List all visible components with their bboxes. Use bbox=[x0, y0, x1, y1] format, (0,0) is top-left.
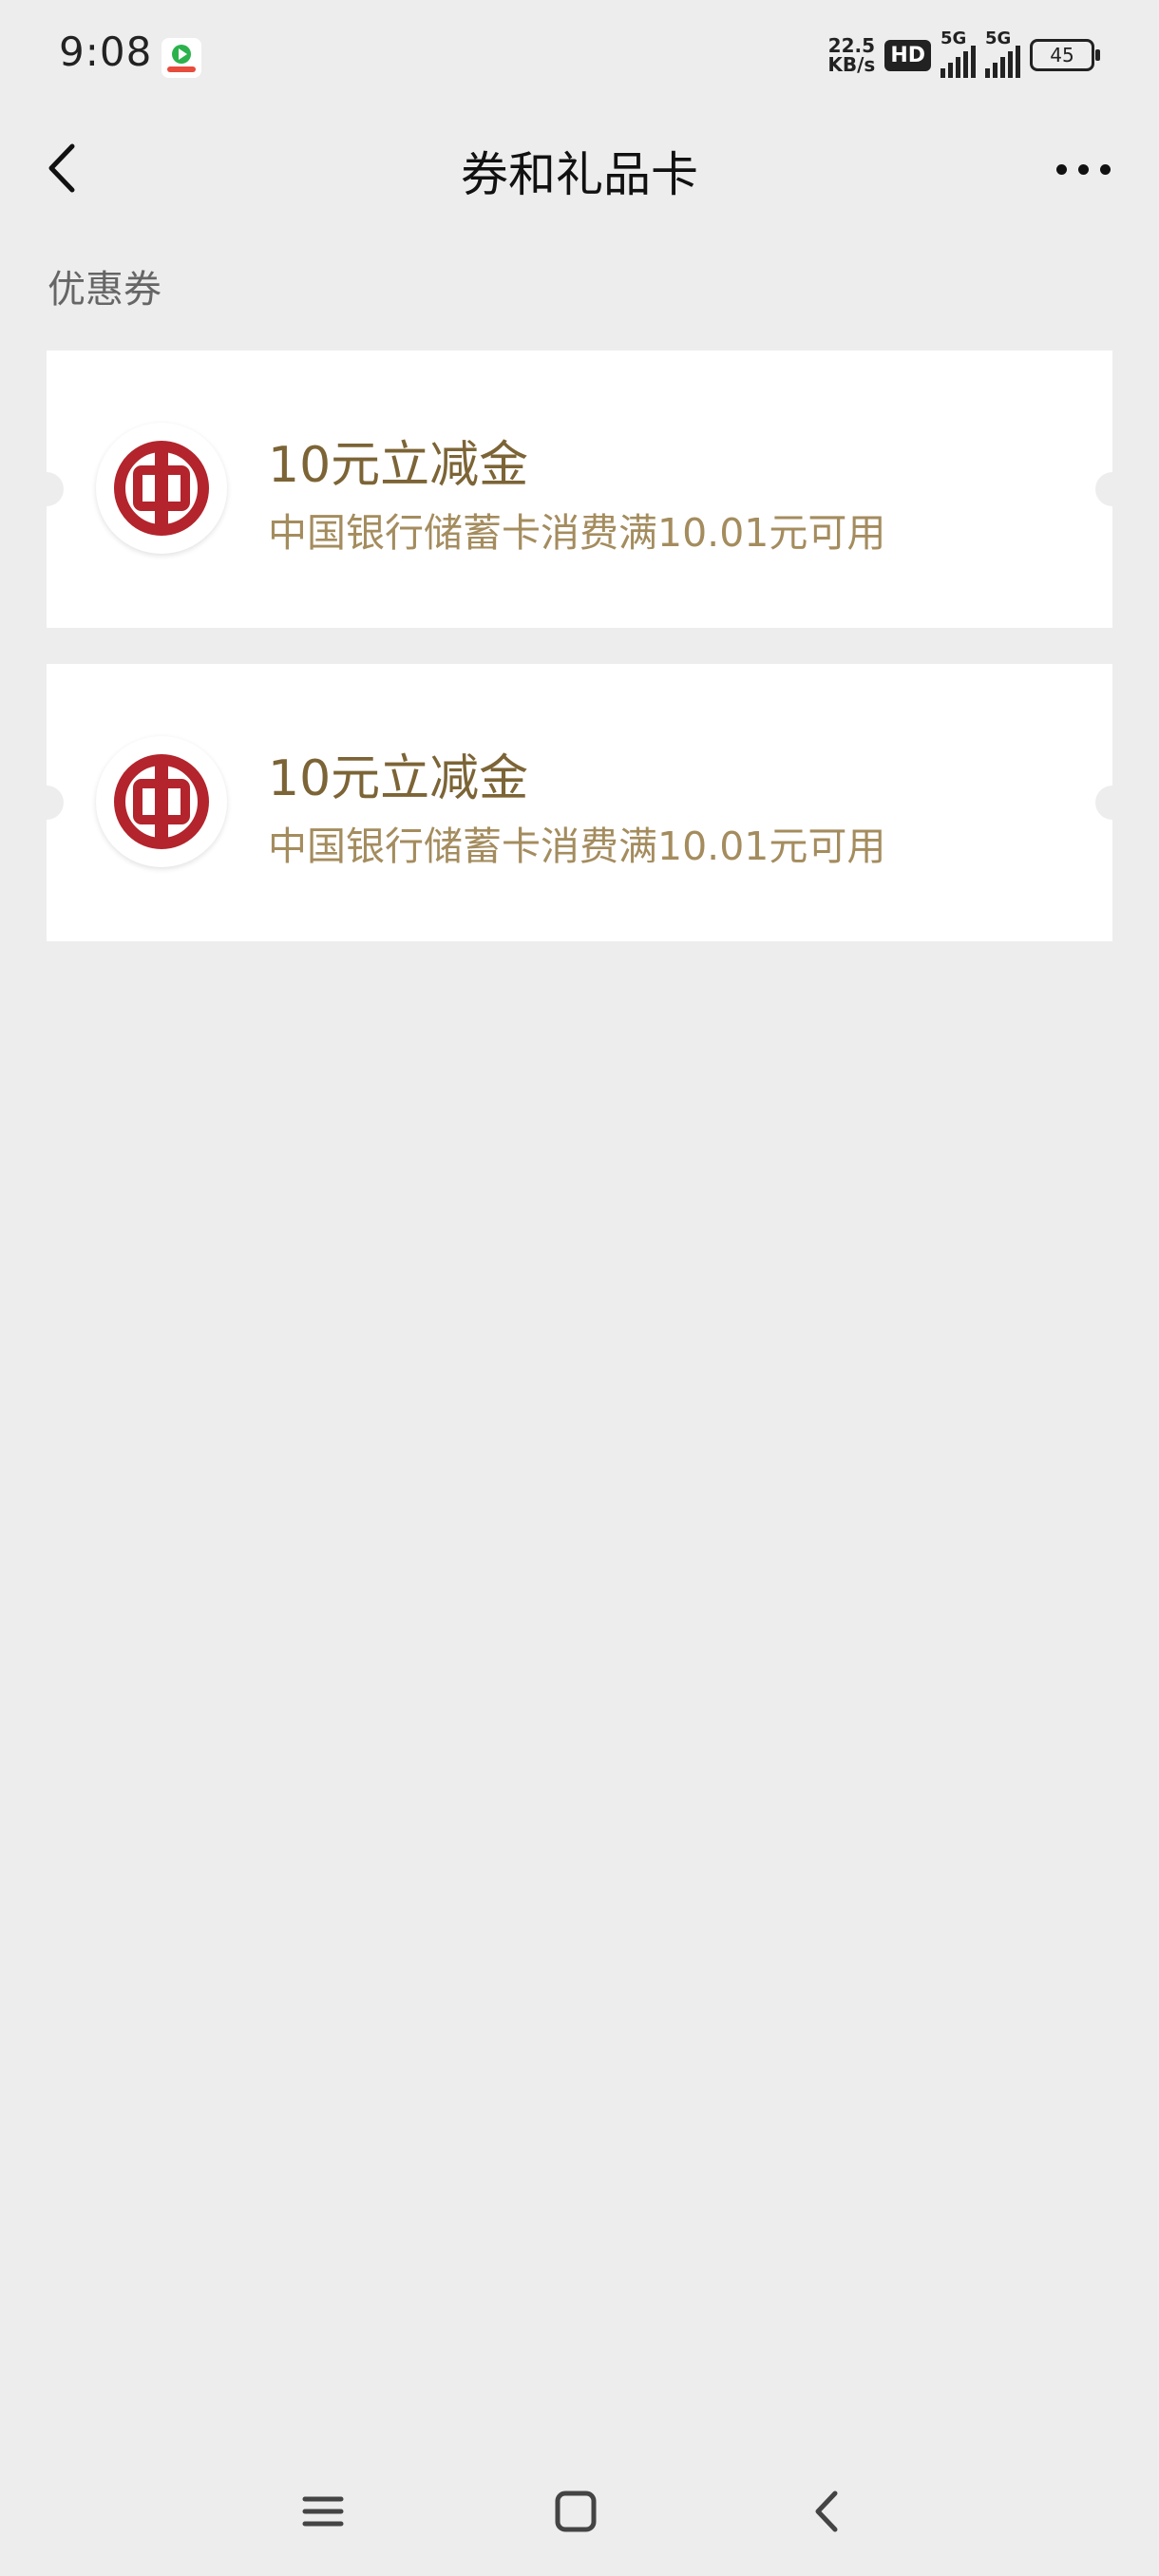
menu-icon bbox=[302, 2496, 344, 2527]
more-button[interactable] bbox=[1045, 141, 1121, 198]
net-speed: 22.5 KB/s bbox=[827, 36, 875, 74]
battery-icon: 45 bbox=[1030, 39, 1100, 71]
coupon-card[interactable]: 10元立减金 中国银行储蓄卡消费满10.01元可用 bbox=[29, 664, 1130, 941]
home-icon bbox=[555, 2491, 597, 2532]
system-back-button[interactable] bbox=[790, 2473, 866, 2549]
signal-label: 5G bbox=[940, 28, 967, 48]
nav-bar: 券和礼品卡 bbox=[0, 114, 1159, 223]
signal-label-2: 5G bbox=[985, 28, 1012, 48]
status-icons: 22.5 KB/s HD 5G 5G 45 bbox=[827, 28, 1100, 80]
signal-icon: 5G bbox=[940, 28, 976, 78]
coupon-card[interactable]: 10元立减金 中国银行储蓄卡消费满10.01元可用 bbox=[29, 350, 1130, 628]
net-speed-value: 22.5 bbox=[827, 34, 876, 57]
system-nav-bar bbox=[0, 2451, 1159, 2565]
coupon-desc: 中国银行储蓄卡消费满10.01元可用 bbox=[268, 824, 886, 869]
back-icon bbox=[815, 2491, 838, 2532]
coupon-title: 10元立减金 bbox=[268, 750, 529, 807]
coupon-desc: 中国银行储蓄卡消费满10.01元可用 bbox=[268, 510, 886, 556]
page-title: 券和礼品卡 bbox=[461, 147, 698, 202]
net-speed-unit: KB/s bbox=[827, 53, 876, 76]
status-time: 9:08 bbox=[59, 28, 153, 75]
coupon-title: 10元立减金 bbox=[268, 437, 529, 494]
signal-icon-2: 5G bbox=[985, 28, 1020, 78]
bank-of-china-icon bbox=[114, 441, 209, 536]
bank-of-china-icon bbox=[114, 754, 209, 849]
menu-button[interactable] bbox=[285, 2473, 361, 2549]
bank-logo bbox=[96, 736, 227, 867]
bank-logo bbox=[96, 423, 227, 554]
app-notification-icon bbox=[162, 38, 201, 78]
section-title: 优惠券 bbox=[48, 268, 162, 312]
status-bar: 9:08 22.5 KB/s HD 5G 5G 45 bbox=[0, 0, 1159, 114]
hd-icon: HD bbox=[884, 39, 931, 71]
more-dots-icon bbox=[1055, 163, 1067, 175]
home-button[interactable] bbox=[538, 2473, 614, 2549]
